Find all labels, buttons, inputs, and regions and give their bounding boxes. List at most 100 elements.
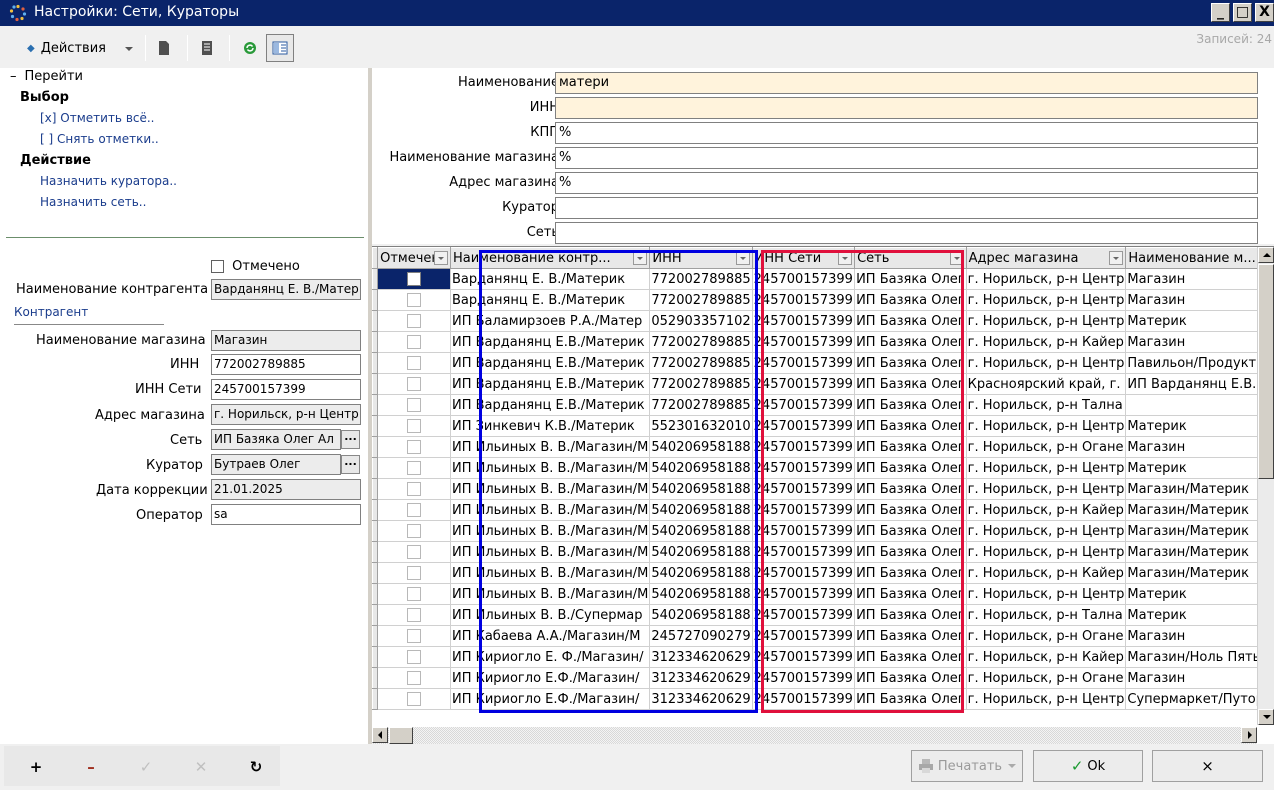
table-cell[interactable]: 772002789885: [649, 331, 753, 353]
filter-input[interactable]: [555, 97, 1258, 119]
table-cell[interactable]: 772002789885: [649, 352, 753, 374]
table-cell[interactable]: Материк: [1125, 457, 1274, 479]
table-cell[interactable]: ИП Ильиных В. В./Супермар: [450, 604, 651, 626]
row-indicator[interactable]: [371, 478, 379, 500]
table-cell[interactable]: Магазин: [1125, 268, 1274, 290]
table-row[interactable]: ИП Кабаева А.А./Магазин/М 245727090279 245…: [371, 625, 1274, 647]
table-cell[interactable]: Материк: [1125, 583, 1274, 605]
table-row[interactable]: ИП Варданянц Е.В./Материк 772002789885 245…: [371, 373, 1274, 395]
table-cell[interactable]: Материк: [1125, 415, 1274, 437]
goto-section[interactable]: – Перейти: [10, 69, 83, 84]
notes-button[interactable]: [193, 34, 221, 62]
table-cell[interactable]: ИП Базяка Олег: [854, 646, 967, 668]
table-row[interactable]: ИП Ильиных В. В./Магазин/М 540206958188 24…: [371, 520, 1274, 542]
table-cell[interactable]: ИП Варданянц Е.В./Материк: [450, 352, 651, 374]
row-checkbox[interactable]: [407, 524, 422, 538]
table-cell[interactable]: Материк: [1125, 310, 1274, 332]
table-cell[interactable]: ИП Варданянц Е.В./Материк: [450, 394, 651, 416]
table-cell[interactable]: 245700157399: [752, 625, 856, 647]
row-checkbox-cell[interactable]: [377, 289, 451, 311]
table-cell[interactable]: ИП Базяка Олег: [854, 373, 967, 395]
column-header[interactable]: Сеть: [854, 247, 967, 269]
row-indicator[interactable]: [371, 520, 379, 542]
refresh-record-button[interactable]: ↻: [245, 756, 267, 778]
table-row[interactable]: ИП Ильиных В. В./Магазин/М 540206958188 24…: [371, 583, 1274, 605]
checkbox-box[interactable]: [211, 260, 224, 273]
row-checkbox-cell[interactable]: [377, 478, 451, 500]
table-cell[interactable]: ИП Кириогло Е. Ф./Магазин/: [450, 646, 651, 668]
table-cell[interactable]: г. Норильск, р-н Кайер: [966, 331, 1127, 353]
table-cell[interactable]: 772002789885: [649, 394, 753, 416]
column-filter-dropdown[interactable]: [949, 251, 964, 265]
table-cell[interactable]: г. Норильск, р-н Центр: [966, 688, 1127, 710]
table-row[interactable]: ИП Кириогло Е.Ф./Магазин/312334620629 245…: [371, 688, 1274, 710]
table-cell[interactable]: ИП Варданянц Е.В.: [1125, 373, 1274, 395]
column-header[interactable]: ИНН Сети: [751, 247, 856, 269]
table-cell[interactable]: ИП Ильиных В. В./Магазин/М: [450, 583, 651, 605]
date-field[interactable]: 21.01.2025: [211, 479, 361, 500]
row-checkbox[interactable]: [407, 482, 422, 496]
row-checkbox[interactable]: [407, 293, 422, 307]
unselect-link[interactable]: [ ] Снять отметки..: [40, 132, 159, 146]
table-row[interactable]: ИП Кириогло Е. Ф./Магазин/312334620629 24…: [371, 646, 1274, 668]
row-checkbox[interactable]: [407, 671, 422, 685]
row-checkbox[interactable]: [407, 650, 422, 664]
scroll-left-button[interactable]: [372, 727, 388, 743]
table-cell[interactable]: 245700157399: [752, 331, 856, 353]
refresh-button[interactable]: [236, 34, 264, 62]
row-checkbox-cell[interactable]: [377, 436, 451, 458]
close-window-button[interactable]: X: [1255, 3, 1274, 22]
checked-checkbox[interactable]: Отмечено: [211, 259, 300, 274]
row-checkbox-cell[interactable]: [377, 667, 451, 689]
table-cell[interactable]: Магазин: [1125, 289, 1274, 311]
table-cell[interactable]: 245700157399: [752, 541, 856, 563]
table-row[interactable]: ИП Ильиных В. В./Магазин/М 540206958188 24…: [371, 436, 1274, 458]
row-checkbox-cell[interactable]: [377, 541, 451, 563]
filter-input[interactable]: %: [555, 122, 1258, 144]
row-checkbox-cell[interactable]: [377, 268, 451, 290]
row-checkbox-cell[interactable]: [377, 604, 451, 626]
scroll-down-button[interactable]: [1258, 709, 1274, 725]
table-cell[interactable]: г. Норильск, р-н Тална: [966, 604, 1127, 626]
table-cell[interactable]: 245700157399: [752, 268, 856, 290]
table-row[interactable]: ИП Варданянц Е.В./Материк 772002789885 245…: [371, 352, 1274, 374]
filter-input[interactable]: матери: [555, 72, 1258, 94]
table-cell[interactable]: 245700157399: [752, 667, 856, 689]
store-address-field[interactable]: г. Норильск, р-н Центр: [211, 404, 361, 425]
table-cell[interactable]: ИП Ильиных В. В./Магазин/М: [450, 520, 651, 542]
table-cell[interactable]: Магазин/Материк: [1125, 562, 1274, 584]
scroll-up-button[interactable]: [1258, 247, 1274, 263]
row-checkbox[interactable]: [407, 503, 422, 517]
table-cell[interactable]: Магазин/Материк: [1125, 478, 1274, 500]
horizontal-scrollbar[interactable]: [372, 727, 1257, 744]
network-lookup-button[interactable]: ...: [341, 430, 360, 449]
table-cell[interactable]: 312334620629: [649, 667, 753, 689]
table-cell[interactable]: ИП Кириогло Е.Ф./Магазин/: [450, 688, 651, 710]
table-cell[interactable]: 552301632010: [649, 415, 753, 437]
table-row[interactable]: ИП Ильиных В. В./Магазин/М 540206958188 24…: [371, 499, 1274, 521]
column-header[interactable]: Наименование контр...: [449, 247, 651, 269]
row-indicator[interactable]: [371, 331, 379, 353]
network-inn-field[interactable]: 245700157399: [211, 379, 361, 400]
row-indicator[interactable]: [371, 394, 379, 416]
table-cell[interactable]: г. Норильск, р-н Центр: [966, 541, 1127, 563]
table-cell[interactable]: г. Норильск, р-н Огане: [966, 667, 1127, 689]
table-cell[interactable]: ИП Баламирзоев Р.А./Матер: [450, 310, 651, 332]
row-checkbox[interactable]: [407, 314, 422, 328]
table-cell[interactable]: ИП Базяка Олег: [854, 415, 967, 437]
network-field[interactable]: ИП Базяка Олег Ал: [211, 429, 341, 450]
table-cell[interactable]: Магазин: [1125, 436, 1274, 458]
row-indicator[interactable]: [371, 541, 379, 563]
table-cell[interactable]: Материк: [1125, 604, 1274, 626]
table-cell[interactable]: ИП Варданянц Е.В./Материк: [450, 373, 651, 395]
hscroll-thumb[interactable]: [389, 727, 413, 744]
curator-field[interactable]: Бутраев Олег: [211, 454, 341, 475]
table-cell[interactable]: г. Норильск, р-н Кайер: [966, 562, 1127, 584]
table-row[interactable]: ИП Варданянц Е.В./Материк 772002789885 245…: [371, 331, 1274, 353]
table-cell[interactable]: ИП Базяка Олег: [854, 352, 967, 374]
table-cell[interactable]: г. Норильск, р-н Центр: [966, 268, 1127, 290]
counterparty-section-link[interactable]: Контрагент: [14, 305, 88, 319]
row-indicator[interactable]: [371, 415, 379, 437]
operator-field[interactable]: sa: [211, 504, 361, 525]
scroll-right-button[interactable]: [1241, 727, 1257, 743]
